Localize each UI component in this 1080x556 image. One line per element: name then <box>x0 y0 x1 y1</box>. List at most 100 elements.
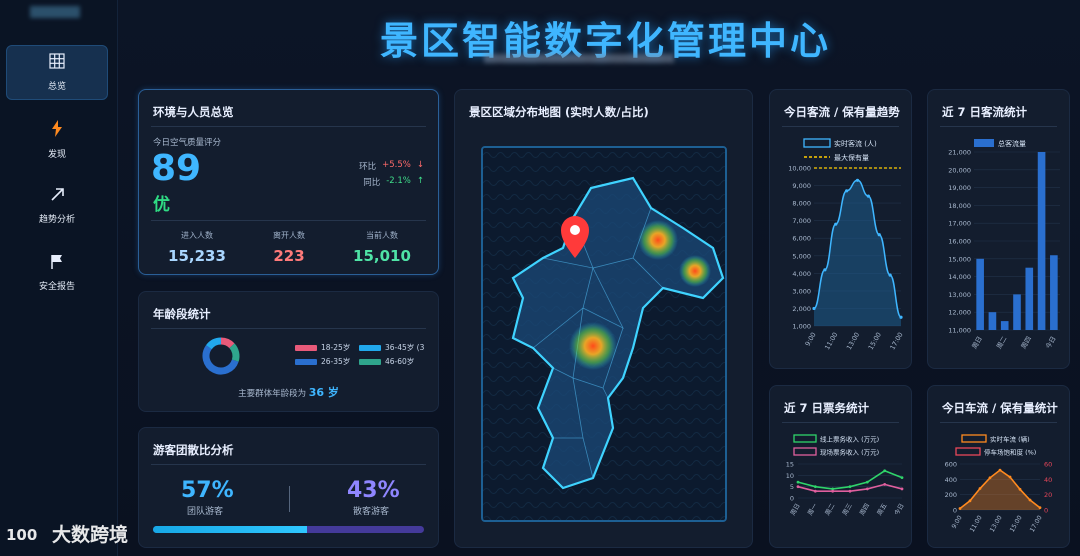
x-tick-label: 13:00 <box>989 514 1004 533</box>
legend-label: 36-45岁 (3 <box>385 343 425 352</box>
car-point <box>1038 506 1042 510</box>
x-tick-label: 今日 <box>1043 335 1057 351</box>
y-tick-label-right: 60 <box>1044 461 1052 469</box>
x-tick-label: 周四 <box>1020 335 1033 350</box>
y-tick-label: 18,000 <box>948 202 971 210</box>
hb-row: 环比 +5.5% ↓ <box>359 160 424 172</box>
tb-value: -2.1% <box>386 176 411 186</box>
legend-swatch <box>974 139 994 147</box>
age-note: 主要群体年龄段为 36 岁 <box>139 384 438 400</box>
divider <box>289 486 290 512</box>
trend-arrow-icon <box>50 187 65 206</box>
y-tick-label: 16,000 <box>948 238 971 246</box>
bar <box>1050 255 1058 330</box>
flow-area <box>814 180 901 326</box>
x-tick-label: 周一 <box>807 503 819 517</box>
sidebar-item-safety[interactable]: 安全报告 <box>6 245 108 300</box>
sidebar-item-label: 发现 <box>47 149 66 160</box>
sidebar-item-label: 安全报告 <box>38 281 75 292</box>
legend-label: 总客流量 <box>998 139 1026 148</box>
series-point <box>796 480 800 484</box>
legend-label: 最大保有量 <box>834 153 869 162</box>
x-tick-label: 17:00 <box>1029 514 1044 533</box>
bar <box>1037 152 1046 330</box>
stat-label: 当前人数 <box>366 231 398 240</box>
divider <box>151 464 426 465</box>
y-tick-label: 0 <box>790 495 794 503</box>
flag-icon <box>50 254 64 273</box>
y-tick-label: 9,000 <box>792 182 811 190</box>
x-tick-label: 11:00 <box>969 514 984 533</box>
car-point <box>998 468 1002 472</box>
x-tick-label: 15:00 <box>867 331 883 351</box>
y-tick-label: 15,000 <box>948 255 971 263</box>
series-point <box>813 485 817 489</box>
car-point <box>988 476 992 480</box>
car-point <box>1028 498 1032 502</box>
bar <box>1000 321 1009 330</box>
x-tick-label: 9:00 <box>803 331 817 348</box>
sidebar-item-trend[interactable]: 趋势分析 <box>6 178 108 233</box>
x-tick-label: 9:00 <box>951 514 964 530</box>
stat-left: 离开人数 223 <box>239 230 339 265</box>
group-ratio-bar-fill <box>153 526 308 533</box>
x-tick-label: 周三 <box>841 503 853 517</box>
legend-swatch <box>295 344 317 351</box>
car-chart: 实时车流 (辆) 停车场饱和度 (%) 0 200 400 600 0 20 40 60 9:00 1… <box>945 434 1052 533</box>
watermark: 100 大数跨境 <box>6 520 128 547</box>
flow-point <box>823 268 827 272</box>
x-tick-label: 17:00 <box>888 331 904 351</box>
week-flow-chart: 总客流量 11,000 12,000 13,000 14,000 15,000 16,000… <box>948 139 1060 351</box>
stat-entered: 进入人数 15,233 <box>147 230 247 265</box>
bar <box>1013 294 1021 330</box>
y-tick-label: 14,000 <box>948 273 971 281</box>
panel-title: 景区区域分布地图 (实时人数/占比) <box>469 105 649 119</box>
sidebar-item-overview[interactable]: 总览 <box>6 45 108 100</box>
aqi-value: 89 <box>151 148 202 189</box>
flow-point <box>866 194 870 198</box>
car-point <box>958 507 962 510</box>
legend-label: 46-60岁 <box>385 357 415 366</box>
y-tick-label: 3,000 <box>792 287 811 295</box>
hb-label: 环比 <box>359 162 377 172</box>
scatter-ratio-label: 散客游客 <box>353 507 390 517</box>
dashboard-app: 总览 发现 趋势分析 安全报告 景区智能数字化管理中心 环境与人员总览 今日空气… <box>0 0 1080 556</box>
divider <box>151 126 426 127</box>
stat-value: 15,010 <box>353 247 411 265</box>
y-tick-label: 6,000 <box>792 235 811 243</box>
y-tick-label-right: 40 <box>1044 476 1052 484</box>
x-tick-label: 11:00 <box>823 331 839 351</box>
group-ratio-bar <box>153 526 424 533</box>
y-tick-label: 11,000 <box>948 327 971 335</box>
y-tick-label: 21,000 <box>948 149 971 157</box>
donut-slice <box>229 343 240 362</box>
up-arrow-icon: ↑ <box>416 176 424 186</box>
x-tick-label: 周日 <box>970 335 983 350</box>
region-map[interactable] <box>481 146 727 522</box>
flow-point <box>899 315 903 319</box>
team-ratio-value: 57% <box>181 478 234 503</box>
tb-row: 同比 -2.1% ↑ <box>363 176 424 188</box>
y-tick-label: 5 <box>790 483 794 491</box>
series-point <box>848 489 852 493</box>
x-tick-label: 15:00 <box>1009 514 1024 533</box>
age-donut-chart <box>202 337 240 375</box>
tb-label: 同比 <box>363 178 381 188</box>
y-tick-label: 2,000 <box>792 305 811 313</box>
heat-spot <box>638 220 678 260</box>
legend-label: 停车场饱和度 (%) <box>984 448 1036 457</box>
series-point <box>831 489 835 493</box>
sidebar-item-discover[interactable]: 发现 <box>6 112 108 167</box>
logo-placeholder <box>30 6 80 18</box>
y-tick-label: 13,000 <box>948 291 971 299</box>
car-point <box>968 499 972 503</box>
legend-swatch <box>295 358 317 365</box>
scatter-ratio-value: 43% <box>347 478 400 503</box>
legend-swatch <box>793 434 817 443</box>
y-tick-label-right: 20 <box>1044 491 1052 499</box>
donut-slice <box>202 345 239 375</box>
series-point <box>900 487 904 491</box>
stat-label: 进入人数 <box>181 231 213 240</box>
down-arrow-icon: ↓ <box>416 160 424 170</box>
series-point <box>813 489 817 493</box>
